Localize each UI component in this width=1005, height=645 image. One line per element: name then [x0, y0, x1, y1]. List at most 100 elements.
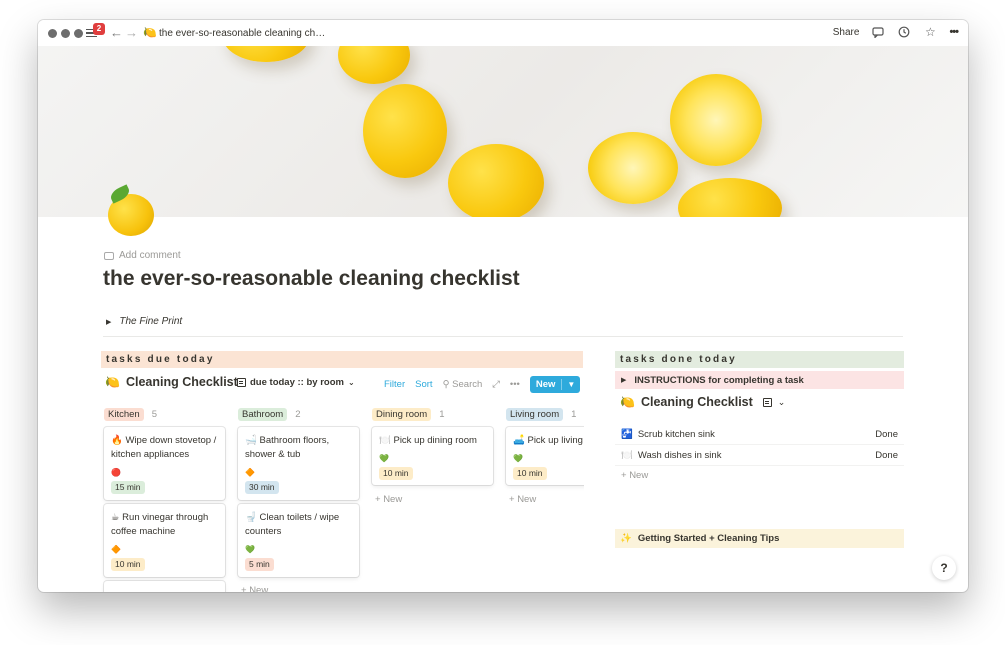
minimize-window-button[interactable] — [61, 29, 70, 38]
column-tag[interactable]: Bathroom — [238, 407, 288, 421]
new-button[interactable]: New ▼ — [529, 376, 581, 393]
more-options-button[interactable]: ••• — [949, 26, 959, 38]
title-bar: 2 ← → 🍋 the ever-so-reasonable cleaning … — [38, 20, 968, 46]
task-name: Wash dishes in sink — [637, 449, 722, 461]
add-comment-label: Add comment — [119, 250, 181, 261]
tasks-due-today-header: tasks due today — [101, 351, 583, 368]
board-column-bathroom: Bathroom 2 🛁 Bathroom floors, shower & t… — [235, 404, 359, 592]
bathtub-icon: 🛁 — [245, 435, 257, 446]
task-card[interactable]: 🛋️ Pick up living 💚 10 min — [506, 427, 584, 485]
kanban-board: Kitchen 5 🔥 Wipe down stovetop / kitchen… — [101, 404, 584, 592]
breadcrumb[interactable]: the ever-so-reasonable cleaning ch… — [159, 28, 325, 39]
faucet-icon: 🚰 — [621, 428, 633, 440]
comment-icon — [104, 251, 114, 260]
search-icon: ⚲ — [442, 379, 450, 390]
time-tag: 30 min — [245, 481, 279, 494]
forward-arrow-icon[interactable]: → — [125, 25, 138, 40]
favorite-star-icon[interactable]: ☆ — [923, 25, 937, 39]
instructions-toggle[interactable]: ▶ INSTRUCTIONS for completing a task — [615, 371, 904, 389]
due-database-title[interactable]: 🍋 Cleaning Checklist — [105, 375, 238, 389]
list-view-icon[interactable] — [762, 397, 772, 407]
add-new-label: New — [383, 494, 403, 505]
priority-icon: 💚 — [379, 454, 389, 463]
page-title[interactable]: the ever-so-reasonable cleaning checklis… — [103, 267, 520, 291]
task-card[interactable] — [104, 581, 225, 592]
task-card[interactable]: 🔥 Wipe down stovetop / kitchen appliance… — [104, 427, 225, 500]
column-count: 1 — [571, 408, 577, 420]
plate-icon: 🍽️ — [621, 449, 633, 461]
maximize-window-button[interactable] — [74, 29, 83, 38]
toggle-triangle-icon[interactable]: ▶ — [621, 376, 626, 384]
coffee-icon: ☕ — [111, 512, 120, 523]
chevron-down-icon[interactable]: ⌄ — [778, 397, 786, 408]
view-selector[interactable]: due today :: by room ⌄ — [237, 377, 355, 388]
time-tag: 10 min — [513, 467, 547, 480]
priority-icon: 💚 — [245, 545, 255, 554]
task-name: Wipe down stovetop / kitchen appliances — [111, 435, 217, 460]
fine-print-toggle[interactable]: ▶ The Fine Print — [106, 316, 182, 327]
done-database-title[interactable]: 🍋 Cleaning Checklist ⌄ — [620, 395, 785, 409]
sort-button[interactable]: Sort — [415, 379, 432, 390]
time-tag: 5 min — [245, 558, 274, 571]
notification-badge: 2 — [93, 23, 105, 35]
couch-icon: 🛋️ — [513, 435, 525, 446]
more-icon[interactable]: ••• — [510, 379, 520, 390]
task-name: Scrub kitchen sink — [637, 428, 715, 440]
priority-icon: 💚 — [513, 454, 523, 463]
sparkles-icon: ✨ — [620, 533, 632, 544]
getting-started-callout[interactable]: ✨ Getting Started + Cleaning Tips — [615, 529, 904, 548]
add-new-label: New — [517, 494, 537, 505]
database-actions: Filter Sort ⚲ Search ⤢ ••• New ▼ — [384, 376, 581, 393]
lemon-icon: 🍋 — [620, 395, 635, 409]
status-badge: Done — [875, 428, 898, 440]
page-lemon-icon[interactable] — [104, 184, 156, 238]
column-tag[interactable]: Dining room — [372, 407, 432, 421]
lemon-icon: 🍋 — [105, 375, 120, 389]
lemon-icon: 🍋 — [143, 27, 157, 39]
task-card[interactable]: ☕ Run vinegar through coffee machine 🔶 1… — [104, 504, 225, 577]
task-card[interactable]: 🛁 Bathroom floors, shower & tub 🔶 30 min — [238, 427, 359, 500]
status-badge: Done — [875, 449, 898, 461]
expand-icon[interactable]: ⤢ — [492, 379, 500, 390]
task-card[interactable]: 🚽 Clean toilets / wipe counters 💚 5 min — [238, 504, 359, 577]
list-item[interactable]: 🍽️ Wash dishes in sink Done — [615, 445, 904, 466]
add-new-label: New — [249, 585, 269, 592]
filter-button[interactable]: Filter — [384, 379, 405, 390]
task-name: Clean toilets / wipe counters — [245, 512, 340, 537]
add-comment-button[interactable]: Add comment — [104, 250, 181, 261]
share-button[interactable]: Share — [833, 27, 860, 38]
tasks-done-today-header: tasks done today — [615, 351, 904, 368]
task-card[interactable]: 🍽️ Pick up dining room 💚 10 min — [372, 427, 493, 485]
list-item[interactable]: 🚰 Scrub kitchen sink Done — [615, 424, 904, 445]
fire-icon: 🔥 — [111, 435, 123, 446]
column-tag[interactable]: Living room — [506, 407, 564, 421]
time-tag: 10 min — [111, 558, 145, 571]
add-new-card-button[interactable]: + New — [241, 585, 268, 592]
close-window-button[interactable] — [48, 29, 57, 38]
column-tag[interactable]: Kitchen — [104, 407, 144, 421]
column-count: 2 — [295, 408, 301, 420]
comments-icon[interactable] — [871, 25, 885, 39]
time-tag: 15 min — [111, 481, 145, 494]
search-button[interactable]: ⚲ Search — [443, 379, 483, 390]
priority-icon: 🔶 — [111, 545, 121, 554]
task-name: Pick up living — [527, 435, 583, 446]
board-view-icon — [237, 378, 246, 387]
add-new-card-button[interactable]: + New — [375, 494, 402, 505]
done-database-title-text: Cleaning Checklist — [640, 395, 753, 409]
fine-print-label: The Fine Print — [119, 316, 183, 327]
search-label: Search — [452, 379, 483, 390]
back-arrow-icon[interactable]: ← — [110, 25, 123, 40]
chevron-down-icon: ⌄ — [347, 378, 355, 387]
chevron-down-icon[interactable]: ▼ — [562, 380, 580, 389]
toggle-triangle-icon[interactable]: ▶ — [106, 318, 111, 326]
add-new-card-button[interactable]: + New — [509, 494, 536, 505]
add-new-row-button[interactable]: + New — [621, 470, 648, 481]
help-button[interactable]: ? — [932, 556, 956, 580]
getting-started-label: Getting Started + Cleaning Tips — [637, 533, 780, 544]
app-window: 2 ← → 🍋 the ever-so-reasonable cleaning … — [38, 20, 968, 592]
board-column-kitchen: Kitchen 5 🔥 Wipe down stovetop / kitchen… — [101, 404, 225, 592]
board-column-living-room: Living room 1 🛋️ Pick up living 💚 10 min… — [503, 404, 584, 505]
task-name: Run vinegar through coffee machine — [111, 512, 209, 537]
history-clock-icon[interactable] — [897, 25, 911, 39]
